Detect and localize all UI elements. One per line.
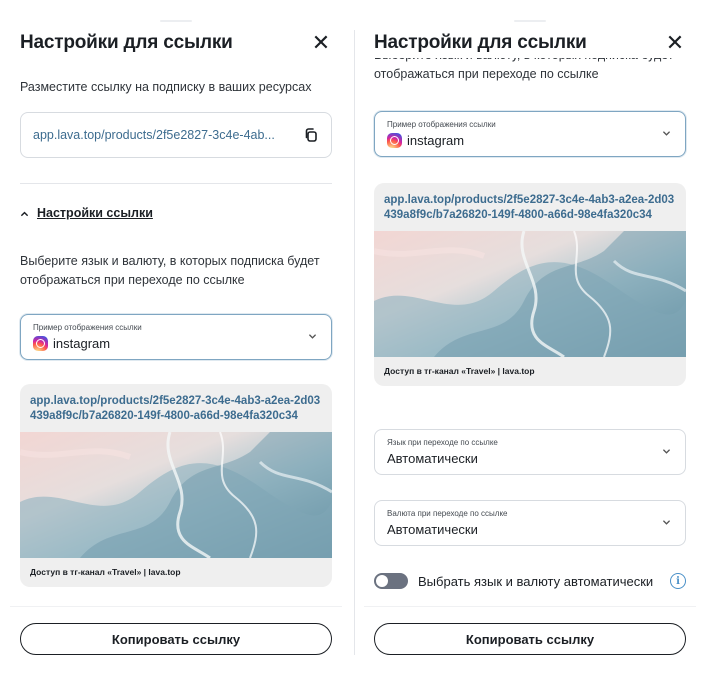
footer-divider: [364, 606, 696, 607]
display-example-label: Пример отображения ссылки: [387, 120, 496, 129]
currency-select-value: Автоматически: [387, 522, 478, 537]
chevron-up-icon: [21, 211, 28, 216]
copy-link-button[interactable]: Копировать ссылку: [374, 623, 686, 655]
copy-link-button[interactable]: Копировать ссылку: [20, 623, 332, 655]
subscription-link-text: app.lava.top/products/2f5e2827-3c4e-4ab.…: [33, 128, 275, 142]
currency-select[interactable]: Валюта при переходе по ссылке Автоматиче…: [374, 500, 686, 546]
language-select[interactable]: Язык при переходе по ссылке Автоматическ…: [374, 429, 686, 475]
panel-header: Настройки для ссылки ✕: [20, 28, 332, 58]
preview-caption: Доступ в тг-канал «Travel» | lava.top: [30, 567, 181, 577]
drag-handle[interactable]: [160, 20, 192, 22]
currency-select-label: Валюта при переходе по ссылке: [387, 509, 508, 518]
close-icon[interactable]: ✕: [310, 32, 332, 54]
display-example-label: Пример отображения ссылки: [33, 323, 142, 332]
info-icon[interactable]: i: [670, 573, 686, 589]
display-example-select[interactable]: Пример отображения ссылки instagram: [374, 111, 686, 157]
link-preview-card: app.lava.top/products/2f5e2827-3c4e-4ab3…: [20, 384, 332, 587]
link-settings-panel-right: Выберите язык и валюту, в которых подпис…: [364, 0, 696, 679]
drag-handle[interactable]: [514, 20, 546, 22]
language-select-label: Язык при переходе по ссылке: [387, 438, 498, 447]
preview-caption: Доступ в тг-канал «Travel» | lava.top: [384, 366, 535, 376]
preview-image: [20, 432, 332, 558]
panel-separator: [354, 30, 355, 655]
link-preview-card: app.lava.top/products/2f5e2827-3c4e-4ab3…: [374, 183, 686, 386]
link-settings-panel-left: Настройки для ссылки ✕ Разместите ссылку…: [10, 0, 342, 679]
preview-link-text: app.lava.top/products/2f5e2827-3c4e-4ab3…: [384, 194, 675, 221]
divider: [20, 183, 332, 184]
chevron-down-icon: [663, 449, 670, 454]
instagram-icon: [33, 336, 48, 351]
panel-header: Настройки для ссылки ✕: [374, 24, 686, 58]
auto-language-currency-toggle[interactable]: [374, 573, 408, 589]
placement-description: Разместите ссылку на подписку в ваших ре…: [20, 80, 312, 94]
copy-icon[interactable]: [303, 127, 319, 143]
close-icon[interactable]: ✕: [664, 32, 686, 54]
link-settings-label: Настройки ссылки: [37, 206, 153, 220]
display-example-select[interactable]: Пример отображения ссылки instagram: [20, 314, 332, 360]
link-settings-toggle[interactable]: Настройки ссылки: [20, 206, 153, 220]
panel-title: Настройки для ссылки: [20, 32, 233, 53]
auto-language-currency-label: Выбрать язык и валюту автоматически: [418, 573, 654, 589]
chevron-down-icon: [663, 520, 670, 525]
language-select-value: Автоматически: [387, 451, 478, 466]
footer-divider: [10, 606, 342, 607]
preview-image: [374, 231, 686, 357]
subscription-link-field[interactable]: app.lava.top/products/2f5e2827-3c4e-4ab.…: [20, 112, 332, 158]
toggle-knob: [376, 575, 388, 587]
display-example-value: instagram: [53, 336, 111, 351]
auto-language-currency-row: Выбрать язык и валюту автоматически i: [374, 570, 686, 592]
instagram-icon: [387, 133, 402, 148]
panel-title: Настройки для ссылки: [374, 32, 587, 53]
preview-link-text: app.lava.top/products/2f5e2827-3c4e-4ab3…: [30, 395, 321, 422]
display-example-value: instagram: [407, 133, 465, 148]
language-currency-description: Выберите язык и валюту, в которых подпис…: [20, 254, 320, 287]
chevron-down-icon: [663, 131, 670, 136]
chevron-down-icon: [309, 334, 316, 339]
